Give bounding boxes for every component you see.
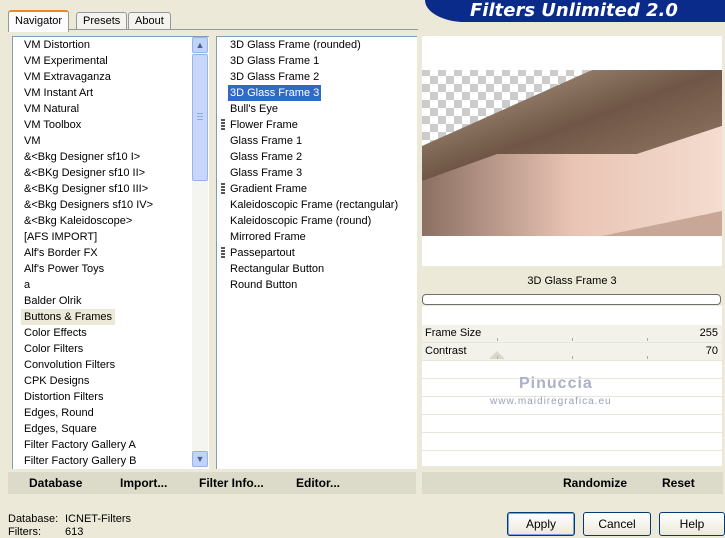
- category-item[interactable]: VM Toolbox: [21, 117, 84, 133]
- status-database-value: ICNET-Filters: [65, 513, 131, 525]
- tab-divider: [8, 29, 418, 30]
- submenu-marker-icon: [221, 247, 225, 259]
- filter-info-button[interactable]: Filter Info...: [199, 476, 264, 490]
- frame-size-slider[interactable]: [497, 325, 707, 341]
- category-scrollbar[interactable]: ▲ ▼: [192, 37, 208, 467]
- status-database-label: Database:: [8, 513, 59, 525]
- category-item[interactable]: Buttons & Frames: [21, 309, 116, 325]
- category-item[interactable]: Convolution Filters: [21, 357, 118, 373]
- category-item[interactable]: &<Bkg Designer sf10 I>: [21, 149, 143, 165]
- param-row-contrast[interactable]: Contrast 70: [422, 343, 722, 361]
- category-item[interactable]: [AFS IMPORT]: [21, 229, 100, 245]
- randomize-button[interactable]: Randomize: [563, 476, 627, 490]
- category-item[interactable]: Alf's Power Toys: [21, 261, 107, 277]
- category-item[interactable]: &<BKg Designer sf10 III>: [21, 181, 151, 197]
- category-list[interactable]: VM Distortion VM Experimental VM Extravaga…: [12, 36, 209, 469]
- scroll-up-button[interactable]: ▲: [192, 37, 208, 53]
- scroll-thumb[interactable]: [192, 54, 208, 181]
- category-item[interactable]: Color Effects: [21, 325, 90, 341]
- category-item[interactable]: VM Distortion: [21, 37, 93, 53]
- watermark-url: www.maidiregrafica.eu: [490, 396, 612, 407]
- filter-item[interactable]: 3D Glass Frame 2: [228, 69, 321, 85]
- category-item[interactable]: Edges, Square: [21, 421, 100, 437]
- category-item[interactable]: &<Bkg Kaleidoscope>: [21, 213, 135, 229]
- category-item[interactable]: &<Bkg Designers sf10 IV>: [21, 197, 156, 213]
- filter-item[interactable]: Kaleidoscopic Frame (rectangular): [228, 197, 400, 213]
- param-value: 70: [705, 345, 718, 357]
- tab-about[interactable]: About: [128, 12, 171, 30]
- filter-item[interactable]: Bull's Eye: [228, 101, 280, 117]
- filter-item[interactable]: Glass Frame 2: [228, 149, 304, 165]
- category-item[interactable]: VM Experimental: [21, 53, 111, 69]
- category-item[interactable]: VM: [21, 133, 44, 149]
- category-item[interactable]: Filter Factory Gallery B: [21, 453, 139, 469]
- editor-button[interactable]: Editor...: [296, 476, 340, 490]
- status-filters-value: 613: [65, 526, 84, 538]
- import-button[interactable]: Import...: [120, 476, 167, 490]
- left-toolbar: Database Import... Filter Info... Editor…: [8, 472, 416, 494]
- contrast-slider[interactable]: [489, 343, 707, 359]
- submenu-marker-icon: [221, 119, 225, 131]
- apply-button[interactable]: Apply: [507, 512, 575, 536]
- reset-button[interactable]: Reset: [662, 476, 695, 490]
- status-filters: Filters: 613: [8, 526, 83, 538]
- filter-item[interactable]: Glass Frame 1: [228, 133, 304, 149]
- filter-item[interactable]: Kaleidoscopic Frame (round): [228, 213, 373, 229]
- filter-item[interactable]: Mirrored Frame: [228, 229, 308, 245]
- filter-title: 3D Glass Frame 3: [422, 270, 722, 292]
- right-toolbar: Randomize Reset: [422, 472, 723, 494]
- filter-item[interactable]: Round Button: [228, 277, 299, 293]
- filter-list[interactable]: 3D Glass Frame (rounded) 3D Glass Frame 1…: [216, 36, 417, 469]
- tab-presets[interactable]: Presets: [76, 12, 128, 30]
- param-label: Contrast: [425, 345, 467, 357]
- category-item[interactable]: Balder Olrik: [21, 293, 84, 309]
- preview-image: [422, 70, 722, 236]
- category-item[interactable]: a: [21, 277, 33, 293]
- app-title: Filters Unlimited 2.0: [470, 0, 678, 21]
- category-item[interactable]: Alf's Border FX: [21, 245, 101, 261]
- category-item[interactable]: Color Filters: [21, 341, 86, 357]
- param-value: 255: [699, 327, 718, 339]
- status-filters-label: Filters:: [8, 526, 41, 538]
- filter-item[interactable]: 3D Glass Frame (rounded): [228, 37, 363, 53]
- progress-bar: [422, 294, 721, 305]
- category-item[interactable]: VM Natural: [21, 101, 82, 117]
- filter-item[interactable]: 3D Glass Frame 1: [228, 53, 321, 69]
- cancel-button[interactable]: Cancel: [583, 512, 651, 536]
- category-item[interactable]: Edges, Round: [21, 405, 97, 421]
- database-button[interactable]: Database: [29, 476, 82, 490]
- param-label: Frame Size: [425, 327, 482, 339]
- category-item[interactable]: &<BKg Designer sf10 II>: [21, 165, 148, 181]
- tab-navigator[interactable]: Navigator: [8, 10, 70, 32]
- preview-pane: [422, 36, 722, 266]
- category-item[interactable]: Distortion Filters: [21, 389, 106, 405]
- filter-item[interactable]: Passepartout: [228, 245, 297, 261]
- param-row-frame-size[interactable]: Frame Size 255: [422, 325, 722, 343]
- filter-item[interactable]: Glass Frame 3: [228, 165, 304, 181]
- scroll-down-button[interactable]: ▼: [192, 451, 208, 467]
- category-item[interactable]: VM Extravaganza: [21, 69, 114, 85]
- help-button[interactable]: Help: [659, 512, 725, 536]
- filter-item[interactable]: Gradient Frame: [228, 181, 309, 197]
- watermark-name: Pinuccia: [519, 375, 593, 392]
- category-item[interactable]: VM Instant Art: [21, 85, 96, 101]
- filter-item[interactable]: Flower Frame: [228, 117, 300, 133]
- category-item[interactable]: Filter Factory Gallery A: [21, 437, 139, 453]
- category-item[interactable]: CPK Designs: [21, 373, 92, 389]
- submenu-marker-icon: [221, 183, 225, 195]
- status-database: Database: ICNET-Filters: [8, 513, 131, 525]
- filter-item[interactable]: 3D Glass Frame 3: [228, 85, 322, 101]
- filter-item[interactable]: Rectangular Button: [228, 261, 326, 277]
